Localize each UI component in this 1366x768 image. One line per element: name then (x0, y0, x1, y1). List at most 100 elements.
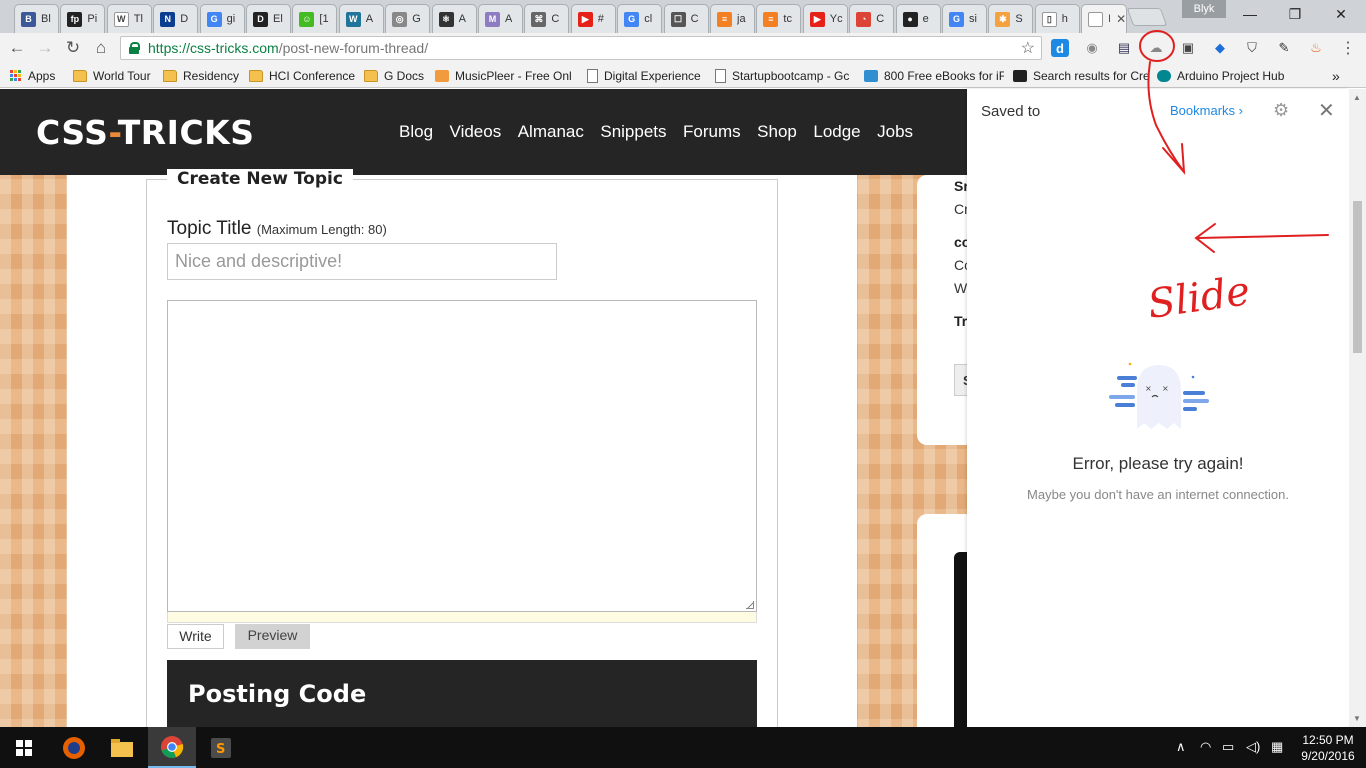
browser-tab[interactable]: ≡ ja (710, 4, 755, 33)
bookmark-label: Apps (28, 68, 56, 83)
keyboard-icon[interactable]: ▦ (1271, 739, 1283, 755)
browser-tab[interactable]: Pc ✕ (1081, 4, 1128, 33)
address-bar[interactable]: https://css-tricks.com/post-new-forum-th… (120, 36, 1042, 60)
browser-tab[interactable]: Ggi (199, 4, 245, 33)
tab-preview[interactable]: Preview (235, 624, 310, 649)
nav-lodge[interactable]: Lodge (813, 122, 860, 142)
resize-grip-icon[interactable] (746, 601, 754, 609)
browser-tab[interactable]: ND (153, 4, 199, 33)
bookmark-item[interactable]: Digital Experience (587, 67, 707, 84)
nav-videos[interactable]: Videos (450, 122, 502, 142)
qr-extension-icon[interactable]: ▣ (1179, 39, 1197, 57)
battery-icon[interactable]: ▭ (1222, 739, 1234, 755)
bookmark-item[interactable]: 800 Free eBooks for iF (864, 67, 1004, 84)
tab-title: C (690, 13, 699, 25)
nav-snippets[interactable]: Snippets (600, 122, 666, 142)
browser-tab[interactable]: W Tl (106, 4, 152, 33)
taskbar-clock[interactable]: 12:50 PM 9/20/2016 (1299, 732, 1357, 764)
nav-jobs[interactable]: Jobs (877, 122, 913, 142)
tab-favicon-icon: G (949, 11, 964, 27)
explorer-taskbar-button[interactable] (98, 727, 146, 768)
site-logo[interactable]: CSS-TRICKS (36, 113, 255, 152)
bookmark-item[interactable]: HCI Conference (249, 67, 359, 84)
new-tab-button[interactable] (1126, 8, 1168, 26)
menu-icon[interactable]: ⋮ (1339, 39, 1357, 57)
star-icon[interactable]: ☆ (1021, 38, 1035, 58)
bookmark-item[interactable]: Arduino Project Hub (1157, 67, 1297, 84)
volume-icon[interactable]: ◁) (1246, 739, 1260, 755)
topic-title-input[interactable]: Nice and descriptive! (167, 243, 557, 280)
pocket-extension-icon[interactable]: ⛉ (1243, 39, 1261, 57)
scroll-down-icon[interactable]: ▼ (1353, 714, 1361, 723)
nav-shop[interactable]: Shop (757, 122, 797, 142)
topic-body-textarea[interactable] (167, 300, 757, 612)
pen-extension-icon[interactable]: ✎ (1275, 39, 1293, 57)
browser-tab[interactable]: ▶ Yc (802, 4, 848, 33)
browser-tab[interactable]: D El (246, 4, 291, 33)
fire-extension-icon[interactable]: ♨ (1307, 39, 1325, 57)
browser-tab[interactable]: ⚛ A (431, 4, 477, 33)
tab-title: A (505, 13, 513, 25)
back-button[interactable]: ← (6, 37, 28, 59)
vertical-scrollbar[interactable]: ▲ ▼ (1349, 89, 1366, 727)
bookmark-item[interactable]: MusicPleer - Free Onl (435, 67, 575, 84)
scrollbar-thumb[interactable] (1353, 201, 1362, 353)
tray-chevron-icon[interactable]: ∧ (1176, 739, 1186, 755)
nav-forums[interactable]: Forums (683, 122, 741, 142)
browser-tab[interactable]: ☺ [1 (292, 4, 338, 33)
home-button[interactable]: ⌂ (90, 37, 112, 59)
start-button[interactable] (0, 727, 48, 768)
nav-almanac[interactable]: Almanac (518, 122, 584, 142)
browser-tab[interactable]: ◔ C (849, 4, 895, 33)
svg-text:×: × (1145, 384, 1152, 393)
browser-tab[interactable]: ▯ h (1034, 4, 1080, 33)
browser-tab[interactable]: ▶ # (570, 4, 616, 33)
browser-tab[interactable]: ◎ G (385, 4, 431, 33)
tab-title: C (876, 13, 885, 25)
reload-button[interactable]: ↻ (62, 37, 84, 59)
chrome-taskbar-button[interactable] (148, 727, 196, 768)
browser-tab[interactable]: ☐ C (663, 4, 709, 33)
bookmark-item[interactable]: Search results for Cre (1013, 67, 1149, 84)
tab-title: Bl (41, 13, 51, 25)
tab-write[interactable]: Write (167, 624, 224, 649)
browser-tab[interactable]: ✱ S (988, 4, 1034, 33)
bookmark-label: Search results for Cre (1033, 68, 1149, 83)
camera-extension-icon[interactable]: ◉ (1083, 39, 1101, 57)
close-icon[interactable]: ✕ (1318, 98, 1335, 123)
browser-tab[interactable]: WA (338, 4, 384, 33)
maximize-button[interactable]: ❐ (1280, 4, 1310, 24)
browser-tab[interactable]: ⌘ C (524, 4, 570, 33)
firefox-taskbar-button[interactable] (50, 727, 98, 768)
browser-tab[interactable]: Gsi (942, 4, 987, 33)
sublime-taskbar-button[interactable]: S (197, 727, 245, 768)
reader-extension-icon[interactable]: ▤ (1115, 39, 1133, 57)
minimize-button[interactable]: — (1235, 4, 1265, 24)
browser-tab[interactable]: Gcl (617, 4, 663, 33)
nav-blog[interactable]: Blog (399, 122, 433, 142)
scroll-up-icon[interactable]: ▲ (1353, 93, 1361, 102)
more-bookmarks-icon[interactable]: » (1332, 67, 1340, 84)
window-close-button[interactable]: ✕ (1326, 4, 1356, 24)
windows-icon (16, 739, 32, 756)
bookmarks-link[interactable]: Bookmarks › (1170, 103, 1243, 118)
bookmark-item[interactable]: G Docs (364, 67, 429, 84)
tab-close-icon[interactable]: ✕ (1116, 12, 1126, 26)
bookmark-item[interactable]: Startupbootcamp - Gc (715, 67, 855, 84)
layers-extension-icon[interactable]: ◆ (1211, 39, 1229, 57)
dictionary-extension-icon[interactable]: d (1051, 39, 1069, 57)
profile-button[interactable]: Blyk (1182, 0, 1226, 18)
cloud-extension-icon[interactable]: ☁ (1147, 39, 1165, 57)
bookmark-item[interactable]: World Tour (73, 67, 158, 84)
browser-tab[interactable]: fp Pi (60, 4, 106, 33)
browser-tab[interactable]: ≡ tc (756, 4, 802, 33)
topic-title-label: Topic Title (Maximum Length: 80) (167, 218, 387, 240)
browser-tab[interactable]: MA (478, 4, 523, 33)
wifi-icon[interactable]: ◠ (1200, 739, 1211, 755)
bookmark-item[interactable]: Apps (10, 67, 65, 84)
browser-tab[interactable]: B Bl (14, 4, 59, 33)
forward-button[interactable]: → (34, 37, 56, 59)
browser-tab[interactable]: ● e (895, 4, 941, 33)
gear-icon[interactable]: ⚙ (1273, 100, 1289, 121)
bookmark-item[interactable]: Residency (163, 67, 243, 84)
